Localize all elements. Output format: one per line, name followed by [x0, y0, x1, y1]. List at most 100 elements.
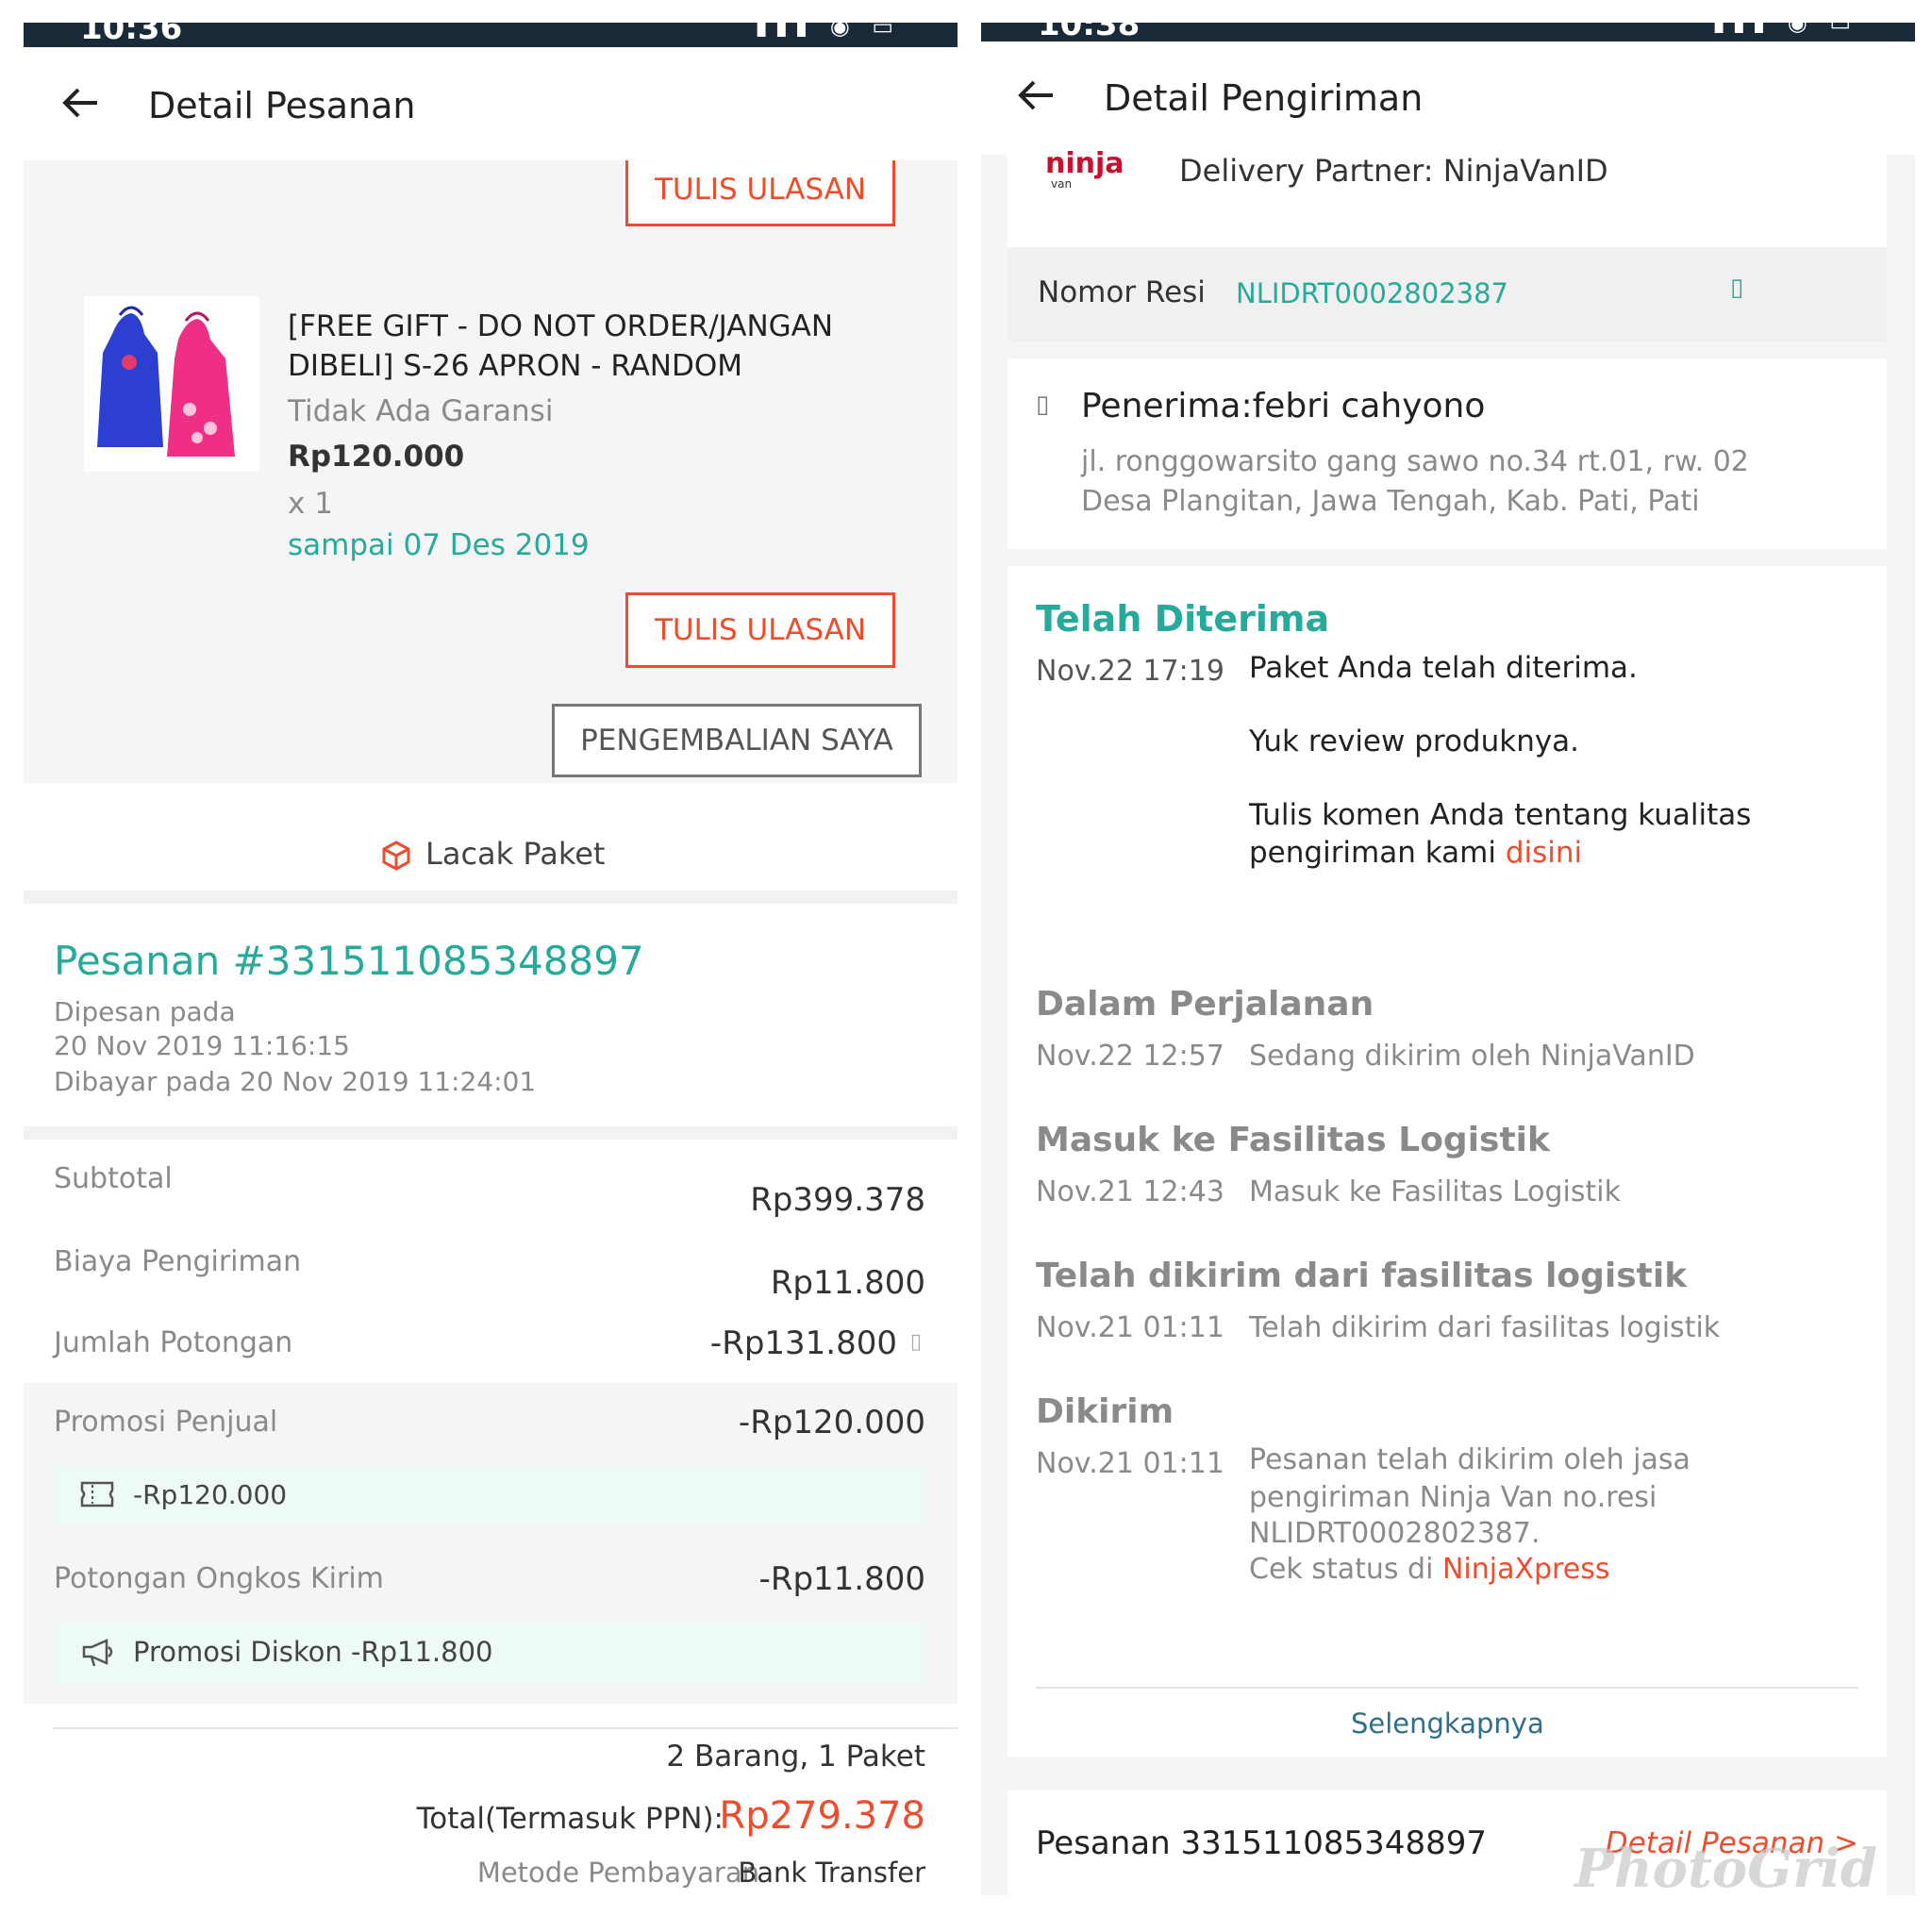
write-review-button-top[interactable]: TULIS ULASAN: [625, 160, 895, 226]
page-title: Detail Pesanan: [148, 85, 416, 126]
tracking-timeline: Telah Diterima Nov.22 17:19 Paket Anda t…: [1008, 566, 1887, 1757]
photogrid-watermark: PhotoGrid: [1574, 1838, 1877, 1895]
timeline-title-1: Telah Diterima: [1036, 598, 1330, 640]
page-title-right: Detail Pengiriman: [1104, 77, 1424, 119]
track-package-row[interactable]: Lacak Paket: [24, 819, 958, 904]
product-price: Rp120.000: [288, 440, 465, 474]
timeline-desc-1c: Tulis komen Anda tentang kualitas: [1249, 798, 1752, 832]
order-number-right: Pesanan 331511085348897: [1036, 1824, 1487, 1862]
status-bar: 10:36 ▮▮▮ ◉ ▭: [24, 23, 958, 47]
voucher-value: -Rp120.000: [133, 1479, 288, 1510]
status-icons: ▮▮▮ ◉ ▭: [755, 23, 901, 40]
ordered-date: 20 Nov 2019 11:16:15: [54, 1030, 350, 1061]
write-review-button[interactable]: TULIS ULASAN: [625, 592, 895, 668]
discount-breakdown: Promosi Penjual -Rp120.000 -Rp120.000 Po…: [24, 1383, 958, 1704]
review-link[interactable]: disini: [1506, 836, 1582, 870]
order-info: Pesanan #331511085348897 Dipesan pada 20…: [24, 917, 958, 1140]
timeline-desc-3: Masuk ke Fasilitas Logistik: [1249, 1175, 1621, 1208]
paid-date: Dibayar pada 20 Nov 2019 11:24:01: [54, 1066, 537, 1097]
receiver-card: ▯ Penerima:febri cahyono jl. ronggowarsi…: [1008, 358, 1887, 549]
timeline-title-5: Dikirim: [1036, 1392, 1174, 1431]
timeline-title-2: Dalam Perjalanan: [1036, 985, 1374, 1024]
order-detail-screen: 10:36 ▮▮▮ ◉ ▭ Detail Pesanan TULIS ULASA…: [24, 23, 958, 1895]
timeline-time-4: Nov.21 01:11: [1036, 1311, 1224, 1344]
payment-summary: Subtotal Rp399.378 Biaya Pengiriman Rp11…: [24, 1153, 958, 1719]
timeline-desc-5c: NLIDRT0002802387.: [1249, 1517, 1541, 1550]
timeline-title-4: Telah dikirim dari fasilitas logistik: [1036, 1257, 1688, 1295]
discount-total-value: -Rp131.800: [709, 1324, 897, 1362]
subtotal-label: Subtotal: [54, 1162, 173, 1195]
collapse-icon[interactable]: ▯: [910, 1330, 922, 1354]
timeline-time-1: Nov.22 17:19: [1036, 655, 1224, 688]
tracking-number-value[interactable]: NLIDRT0002802387: [1236, 277, 1508, 309]
product-thumbnail[interactable]: [84, 296, 259, 472]
timeline-desc-5a: Pesanan telah dikirim oleh jasa: [1249, 1443, 1690, 1476]
item-count: 2 Barang, 1 Paket: [666, 1740, 925, 1774]
location-icon: ▯: [1036, 391, 1050, 419]
delivery-partner-text: Delivery Partner: NinjaVanID: [1179, 153, 1608, 189]
product-name-line2[interactable]: DIBELI] S-26 APRON - RANDOM: [288, 349, 742, 383]
ordered-label: Dipesan pada: [54, 996, 236, 1027]
payment-method-label: Metode Pembayaran: [476, 1857, 759, 1889]
seller-promo-label: Promosi Penjual: [54, 1406, 278, 1439]
timeline-divider: [1036, 1687, 1858, 1689]
product-name-line1[interactable]: [FREE GIFT - DO NOT ORDER/JANGAN: [288, 309, 833, 343]
tracking-number-row: Nomor Resi NLIDRT0002802387 ▯: [1008, 247, 1887, 341]
order-number: Pesanan #331511085348897: [54, 938, 644, 984]
divider: [52, 1727, 958, 1729]
shipping-fee-value: Rp11.800: [770, 1264, 925, 1302]
my-return-button[interactable]: PENGEMBALIAN SAYA: [552, 704, 922, 777]
apron-image: [97, 306, 235, 457]
voucher-row: -Rp120.000: [54, 1466, 927, 1524]
tracking-number-label: Nomor Resi: [1038, 275, 1206, 309]
timeline-desc-5b: pengiriman Ninja Van no.resi: [1249, 1481, 1657, 1514]
receiver-name: Penerima:febri cahyono: [1081, 387, 1486, 425]
delivery-partner-card: ninja van Delivery Partner: NinjaVanID: [1008, 147, 1887, 247]
back-arrow-icon[interactable]: [58, 79, 105, 126]
subtotal-value: Rp399.378: [750, 1181, 925, 1219]
shipping-promo-text: Promosi Diskon -Rp11.800: [133, 1636, 493, 1668]
timeline-title-3: Masuk ke Fasilitas Logistik: [1036, 1121, 1550, 1159]
timeline-time-3: Nov.21 12:43: [1036, 1175, 1224, 1208]
seller-promo-value: -Rp120.000: [738, 1404, 925, 1441]
ninjaxpress-link[interactable]: NinjaXpress: [1442, 1553, 1610, 1586]
status-time: 10:36: [80, 23, 183, 47]
order-link-card[interactable]: Pesanan 331511085348897 Detail Pesanan >…: [1008, 1790, 1887, 1895]
ninjavan-logo: ninja: [1045, 147, 1124, 180]
shipping-fee-label: Biaya Pengiriman: [54, 1245, 302, 1278]
track-package-label: Lacak Paket: [425, 836, 606, 872]
shipping-cut-value: -Rp11.800: [758, 1560, 925, 1598]
payment-method-value: Bank Transfer: [738, 1857, 925, 1889]
product-quantity: x 1: [288, 487, 333, 521]
product-section: TULIS ULASAN [FREE GIFT - DO NOT ORDER/J…: [24, 160, 958, 783]
back-arrow-icon-right[interactable]: [1013, 72, 1060, 119]
total-value: Rp279.378: [719, 1794, 925, 1838]
timeline-time-5: Nov.21 01:11: [1036, 1447, 1224, 1480]
shipping-cut-label: Potongan Ongkos Kirim: [54, 1562, 384, 1595]
megaphone-icon: [82, 1639, 113, 1667]
timeline-desc-5d: Cek status di NinjaXpress: [1249, 1553, 1610, 1586]
timeline-desc-4: Telah dikirim dari fasilitas logistik: [1249, 1311, 1721, 1344]
address-line1: jl. ronggowarsito gang sawo no.34 rt.01,…: [1081, 445, 1749, 478]
copy-icon[interactable]: ▯: [1730, 274, 1743, 302]
total-label: Total(Termasuk PPN):: [416, 1802, 724, 1836]
product-warranty: Tidak Ada Garansi: [288, 394, 554, 428]
timeline-desc-1d: pengiriman kami disini: [1249, 836, 1583, 870]
address-line2: Desa Plangitan, Jawa Tengah, Kab. Pati, …: [1081, 485, 1700, 518]
ninjavan-logo-sub: van: [1051, 177, 1073, 191]
shipping-promo-row: Promosi Diskon -Rp11.800: [54, 1623, 927, 1683]
package-icon: [382, 841, 410, 871]
status-icons-right: ▮▮▮ ◉ ▭: [1712, 23, 1858, 36]
app-bar-right: Detail Pengiriman: [981, 42, 1915, 155]
product-arrival: sampai 07 Des 2019: [288, 528, 590, 562]
status-bar-right: 10:38 ▮▮▮ ◉ ▭: [981, 23, 1915, 43]
shipping-detail-screen: 10:38 ▮▮▮ ◉ ▭ Detail Pengiriman ninja va…: [981, 23, 1915, 1895]
app-bar: Detail Pesanan: [24, 47, 958, 160]
timeline-desc-2: Sedang dikirim oleh NinjaVanID: [1249, 1040, 1695, 1073]
timeline-desc-1b: Yuk review produknya.: [1249, 724, 1580, 758]
timeline-time-2: Nov.22 12:57: [1036, 1040, 1224, 1073]
see-more-link[interactable]: Selengkapnya: [1351, 1707, 1544, 1740]
timeline-desc-1a: Paket Anda telah diterima.: [1249, 651, 1638, 685]
discount-total-label: Jumlah Potongan: [54, 1326, 293, 1359]
voucher-icon: [80, 1481, 114, 1507]
